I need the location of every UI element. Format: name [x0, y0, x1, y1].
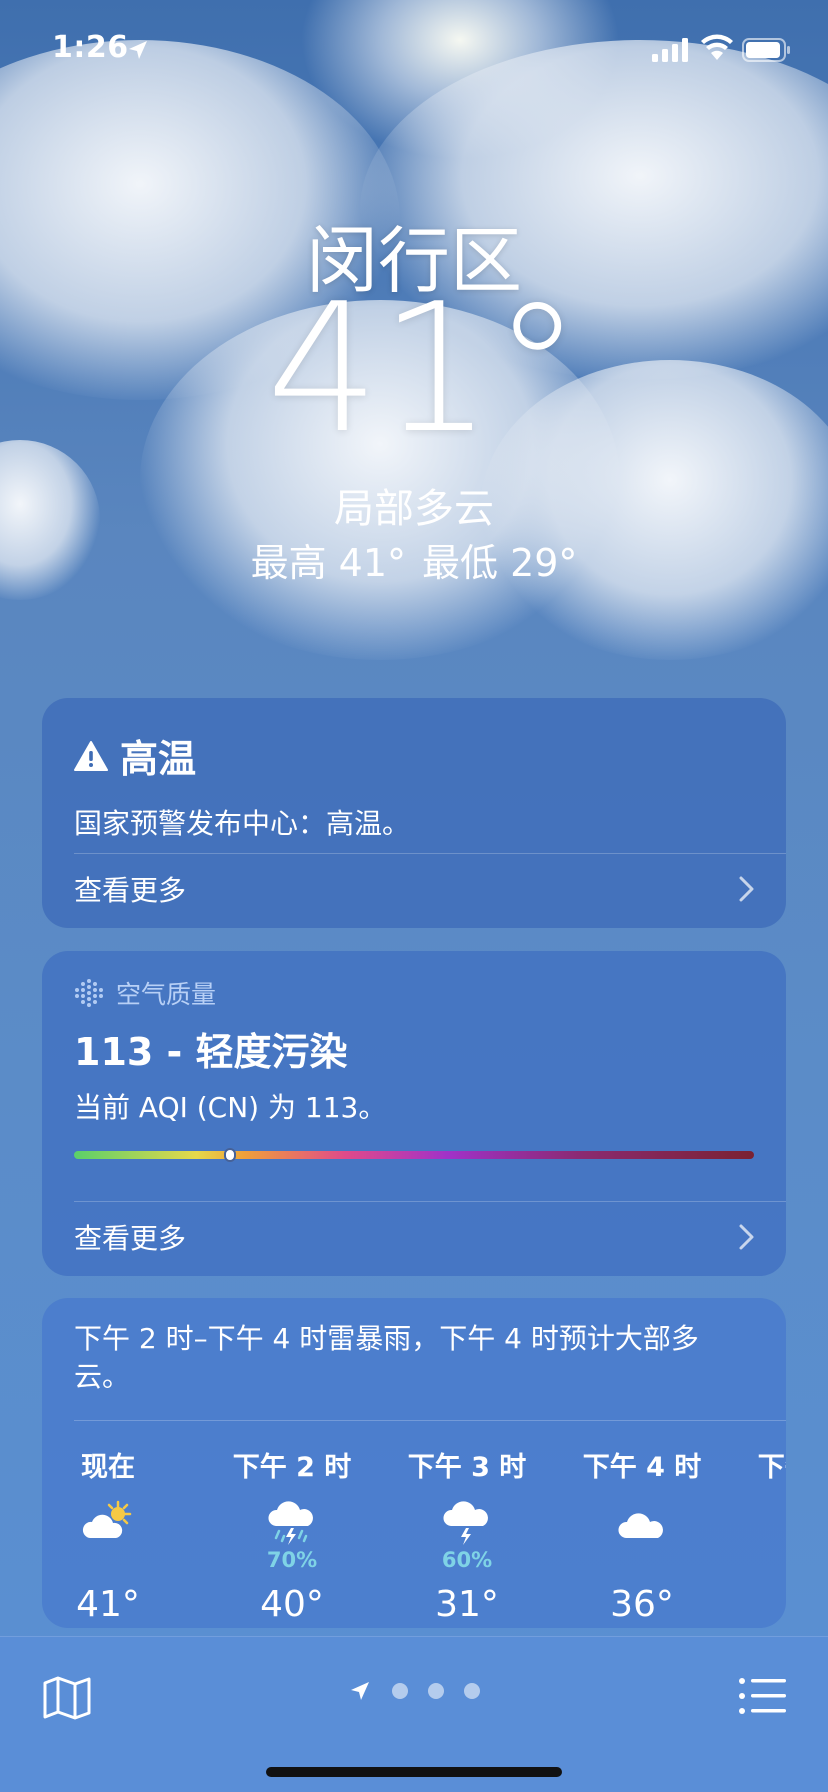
forecast-summary: 下午 2 时–下午 4 时雷暴雨，下午 4 时预计大部多云。: [74, 1322, 699, 1393]
list-icon[interactable]: [738, 1677, 786, 1715]
alert-see-more[interactable]: 查看更多: [74, 854, 756, 924]
page-dot: [428, 1683, 444, 1699]
precip-chance: [572, 1548, 712, 1572]
precip-chance: [42, 1548, 178, 1572]
bottom-toolbar: [0, 1636, 828, 1792]
status-time: 1:26: [52, 30, 129, 65]
hour-temp: 40°: [260, 1584, 324, 1625]
chevron-right-icon: [739, 1224, 754, 1250]
air-quality-heading: 空气质量: [74, 975, 216, 1011]
thunderstorm-rain-icon: [268, 1501, 313, 1545]
alert-heading: 高温: [74, 728, 196, 783]
air-quality-card[interactable]: 空气质量 113 - 轻度污染 当前 AQI (CN) 为 113。 查看更多: [42, 951, 786, 1276]
aqi-scale-bar: [74, 1148, 754, 1162]
hour-item: 下午 3 时 60% 31°: [397, 1448, 537, 1625]
location-arrow-icon: [129, 41, 147, 59]
hour-temp: 36°: [747, 1584, 786, 1625]
high-temp: 最高 41°: [250, 541, 406, 585]
air-quality-label: 空气质量: [116, 980, 217, 1009]
cloud-icon: [618, 1513, 663, 1538]
aqi-indicator-dot: [224, 1148, 237, 1162]
precip-chance: 70%: [266, 1548, 318, 1572]
hour-temp: 36°: [610, 1584, 674, 1625]
wifi-icon: [701, 34, 733, 60]
chevron-right-icon: [739, 876, 754, 902]
hour-label: 下午 5 时: [757, 1452, 786, 1483]
hour-temp: 31°: [435, 1584, 499, 1625]
hour-temp: 41°: [76, 1584, 140, 1625]
precip-chance: [747, 1548, 786, 1572]
page-dot: [392, 1683, 408, 1699]
map-icon[interactable]: [42, 1675, 92, 1721]
precip-chance: 60%: [441, 1548, 493, 1572]
page-dot: [464, 1683, 480, 1699]
see-more-label: 查看更多: [74, 874, 187, 907]
location-arrow-icon: [351, 1682, 369, 1700]
air-quality-icon: [75, 979, 103, 1007]
air-quality-see-more[interactable]: 查看更多: [74, 1202, 756, 1272]
low-temp: 最低 29°: [422, 541, 578, 585]
current-temperature: 41°: [266, 265, 582, 472]
hour-label: 下午 2 时: [232, 1452, 352, 1483]
hour-label: 现在: [81, 1452, 135, 1483]
hour-item: 现在 41°: [42, 1448, 178, 1625]
warning-icon: [74, 740, 108, 771]
alert-title: 高温: [120, 737, 197, 781]
high-low: 最高 41° 最低 29°: [0, 532, 828, 587]
cellular-signal-icon: [652, 38, 688, 62]
page-indicator[interactable]: [348, 1679, 480, 1703]
status-bar: 1:26: [0, 0, 828, 100]
hour-label: 下午 4 时: [582, 1452, 702, 1483]
weather-condition: 局部多云: [334, 486, 494, 532]
hour-label: 下午 3 时: [407, 1452, 527, 1483]
hour-item: 下午 4 时 36°: [572, 1448, 712, 1625]
hourly-strip[interactable]: 现在 41° 下午 2 时 70% 40° 下午 3 时 60% 31° 下午 …: [42, 1448, 786, 1628]
hour-item: 下午 2 时 70% 40°: [222, 1448, 362, 1625]
divider: [74, 1420, 786, 1421]
home-indicator: [266, 1767, 562, 1777]
aqi-description: 当前 AQI (CN) 为 113。: [74, 1091, 387, 1124]
alert-card[interactable]: 高温 国家预警发布中心：高温。 查看更多: [42, 698, 786, 928]
partly-sunny-icon: [82, 1500, 132, 1538]
thunderstorm-icon: [443, 1501, 488, 1545]
alert-body: 国家预警发布中心：高温。: [74, 807, 411, 840]
hourly-forecast-card[interactable]: 下午 2 时–下午 4 时雷暴雨，下午 4 时预计大部多云。 现在 41° 下午…: [42, 1298, 786, 1628]
battery-icon: [742, 38, 790, 62]
see-more-label: 查看更多: [74, 1222, 187, 1255]
aqi-value: 113 - 轻度污染: [74, 1030, 348, 1074]
hour-item: 下午 5 时 36°: [747, 1448, 786, 1625]
